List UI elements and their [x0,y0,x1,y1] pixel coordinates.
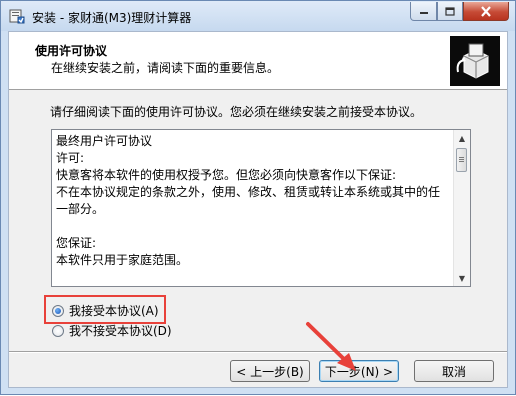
footer-separator [9,351,507,353]
close-icon [481,5,491,17]
minimize-button[interactable] [410,2,437,21]
decline-radio-label[interactable]: 我不接受本协议(D) [69,322,172,339]
decline-radio-option[interactable]: 我不接受本协议(D) [52,322,172,339]
close-button[interactable] [463,2,509,21]
scroll-up-icon[interactable]: ▲ [454,130,470,146]
instruction-text: 请仔细阅读下面的使用许可协议。您必须在继续安装之前接受本协议。 [50,105,423,119]
next-button[interactable]: 下一步(N) > [319,360,399,382]
back-button[interactable]: < 上一步(B) [230,360,310,382]
minimize-icon [419,12,428,14]
title-bar[interactable]: 安装 - 家财通(M3)理财计算器 [1,1,515,31]
accept-radio-label[interactable]: 我接受本协议(A) [69,302,159,319]
page-title: 使用许可协议 [35,44,108,58]
installer-logo-icon [450,36,500,86]
installer-window: 安装 - 家财通(M3)理财计算器 使用许可协议 在继续安装之前，请阅读下面的重… [0,0,516,395]
scroll-thumb[interactable] [456,148,467,172]
license-textbox[interactable]: 最终用户许可协议 许可: 快意客将本软件的使用权授予您。但您必须向快意客作以下保… [51,129,471,287]
accept-radio[interactable] [52,304,64,317]
maximize-icon [445,6,455,16]
wizard-header: 使用许可协议 在继续安装之前，请阅读下面的重要信息。 [9,32,507,90]
window-title: 安装 - 家财通(M3)理财计算器 [32,11,192,25]
decline-radio[interactable] [52,324,64,337]
wizard-body: 使用许可协议 在继续安装之前，请阅读下面的重要信息。 请仔细阅读下面的使用许可协… [8,31,508,388]
page-subtitle: 在继续安装之前，请阅读下面的重要信息。 [51,61,280,75]
license-text: 最终用户许可协议 许可: 快意客将本软件的使用权授予您。但您必须向快意客作以下保… [56,134,441,267]
accept-radio-option[interactable]: 我接受本协议(A) [52,302,159,319]
installer-app-icon [9,9,25,24]
cancel-button[interactable]: 取消 [414,360,494,382]
scroll-down-icon[interactable]: ▼ [454,270,470,286]
maximize-button[interactable] [437,2,463,21]
license-scrollbar[interactable]: ▲ ▼ [453,130,470,286]
